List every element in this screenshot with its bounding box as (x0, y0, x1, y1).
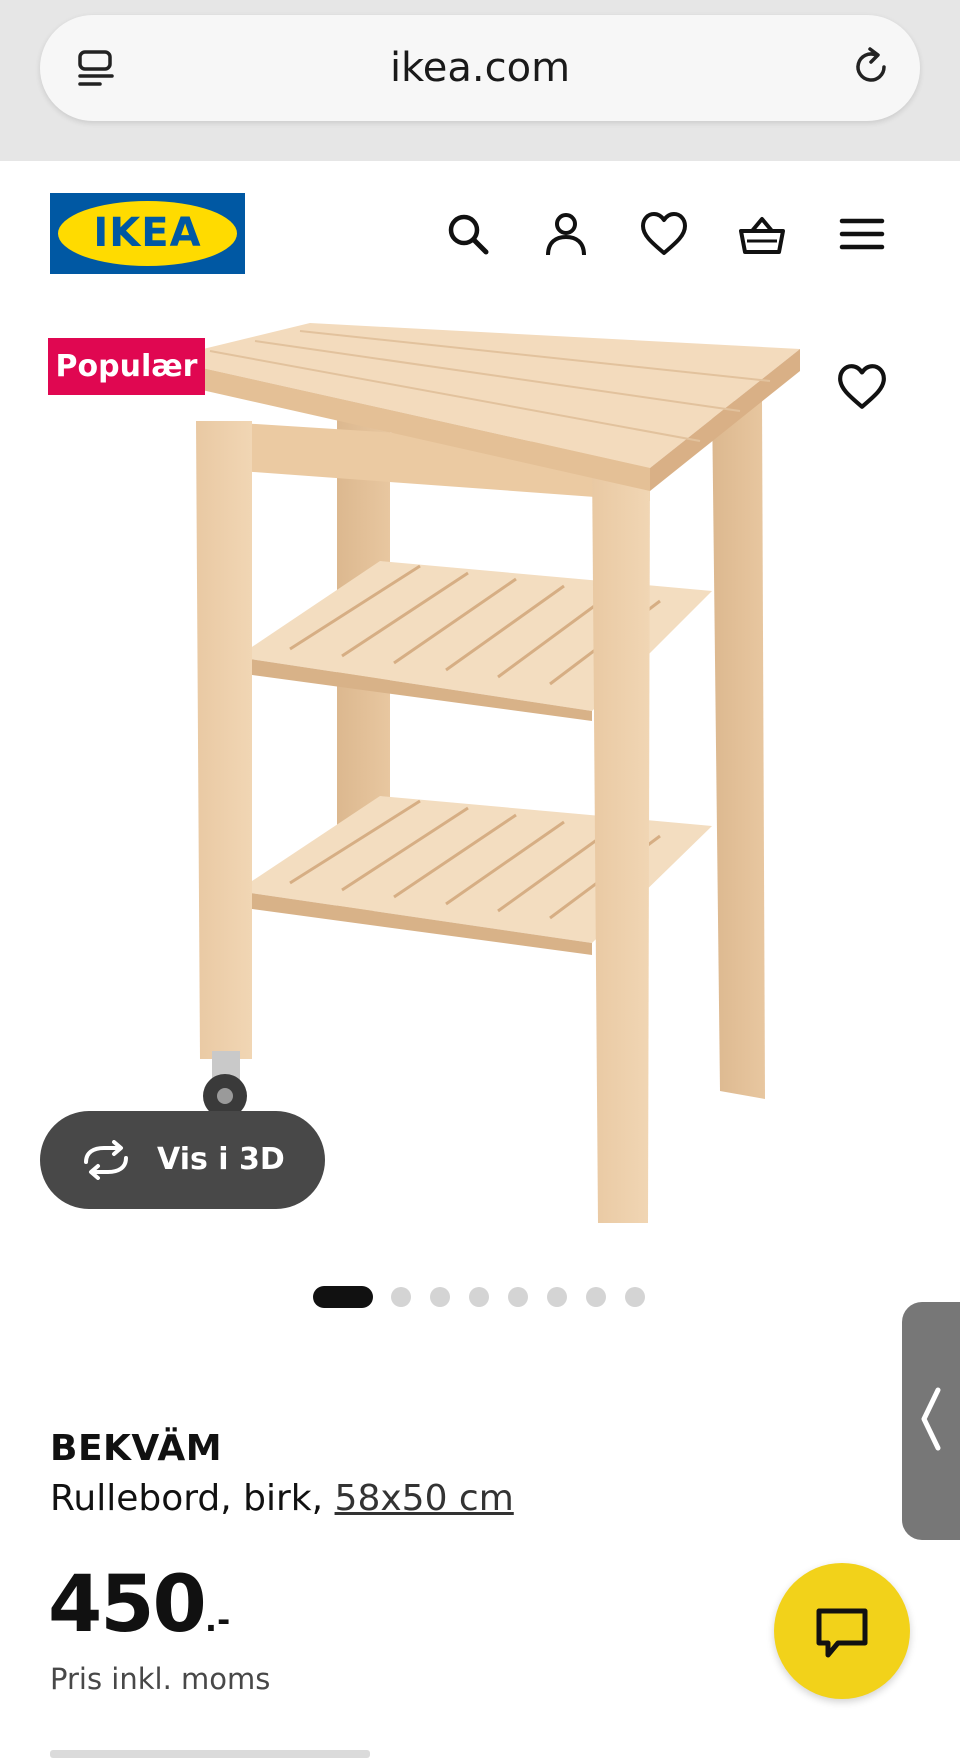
ikea-logo[interactable]: IKEA (50, 193, 245, 274)
user-icon[interactable] (541, 209, 591, 259)
carousel-dot[interactable] (313, 1286, 373, 1308)
search-icon[interactable] (443, 209, 493, 259)
carousel-dot[interactable] (586, 1287, 606, 1307)
price-note: Pris inkl. moms (50, 1662, 271, 1696)
address-bar[interactable]: ikea.com (40, 15, 920, 121)
product-price: 450.- (48, 1560, 230, 1650)
carousel-dot[interactable] (508, 1287, 528, 1307)
chat-button[interactable] (774, 1563, 910, 1699)
product-gallery[interactable]: Populær Vis i 3D (0, 311, 960, 1241)
product-type: Rullebord, birk, (50, 1478, 324, 1519)
favorite-heart-icon[interactable] (836, 361, 888, 413)
chevron-left-icon (921, 1387, 941, 1451)
carousel-dot[interactable] (547, 1287, 567, 1307)
carousel-dot[interactable] (391, 1287, 411, 1307)
chat-icon (816, 1608, 868, 1658)
price-integer: 450 (48, 1560, 207, 1650)
view-3d-button[interactable]: Vis i 3D (40, 1111, 325, 1209)
side-drawer-tab[interactable] (902, 1302, 960, 1540)
price-suffix: .- (204, 1601, 231, 1639)
menu-icon[interactable] (837, 209, 887, 259)
product-size-link[interactable]: 58x50 cm (335, 1478, 514, 1519)
product-name[interactable]: BEKVÄM (50, 1428, 222, 1469)
logo-text: IKEA (93, 210, 202, 256)
carousel-dot[interactable] (469, 1287, 489, 1307)
popular-badge: Populær (48, 338, 205, 395)
rotate-3d-icon (84, 1140, 128, 1180)
browser-toolbar: ikea.com (0, 0, 960, 161)
carousel-pagination[interactable] (0, 1286, 960, 1308)
url-text[interactable]: ikea.com (40, 15, 920, 121)
cutoff-text-line (50, 1740, 370, 1758)
product-image (162, 323, 800, 1223)
reload-icon[interactable] (846, 42, 896, 92)
site-header: IKEA (0, 161, 960, 311)
heart-icon[interactable] (639, 209, 689, 259)
carousel-dot[interactable] (625, 1287, 645, 1307)
carousel-dot[interactable] (430, 1287, 450, 1307)
product-description: Rullebord, birk, 58x50 cm (50, 1478, 514, 1519)
basket-icon[interactable] (737, 209, 787, 259)
view-3d-label: Vis i 3D (157, 1142, 285, 1177)
